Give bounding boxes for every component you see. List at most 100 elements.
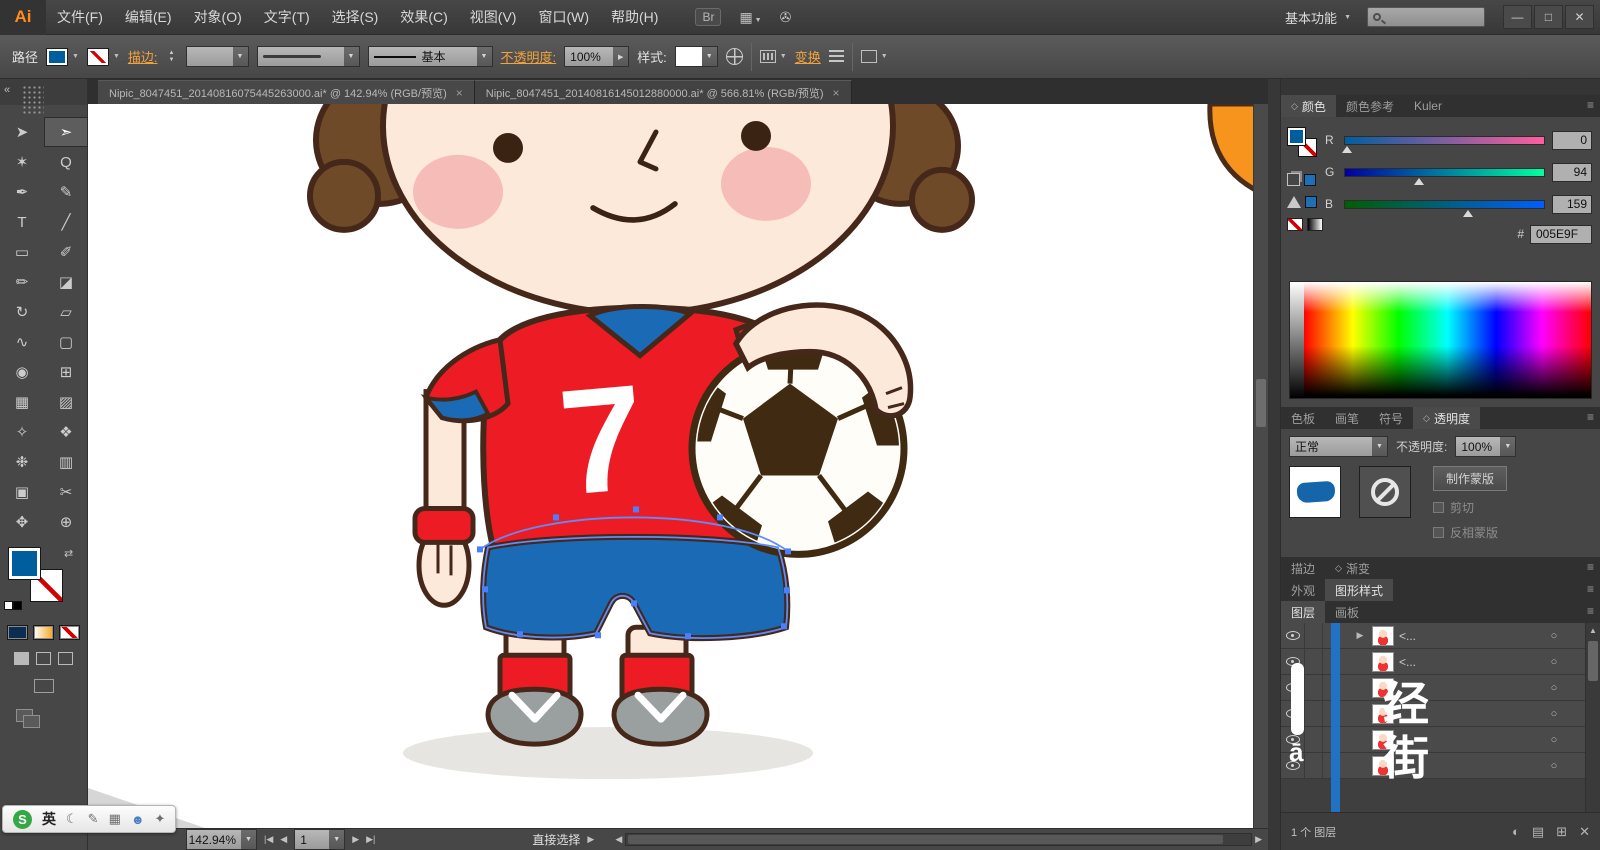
transform-panel-link[interactable]: 变换: [795, 47, 821, 66]
tab-color-guide[interactable]: 颜色参考: [1336, 95, 1404, 117]
none-button[interactable]: [59, 625, 80, 640]
layer-row[interactable]: <... ○: [1281, 649, 1600, 675]
layer-thumbnail[interactable]: [1372, 651, 1394, 672]
tool-width[interactable]: ∿: [0, 327, 44, 357]
raster-settings-button[interactable]: ▼: [759, 50, 787, 63]
panel-menu-icon[interactable]: ≡: [1587, 98, 1594, 112]
rotate-view-icon[interactable]: ✇: [780, 9, 792, 26]
tool-type[interactable]: T: [0, 207, 44, 237]
clip-checkbox[interactable]: [1433, 502, 1444, 513]
grayscale-ramp[interactable]: [1290, 282, 1304, 398]
tool-blend[interactable]: ❖: [44, 417, 88, 447]
layer-name[interactable]: <...: [1399, 655, 1543, 669]
lock-toggle[interactable]: [1305, 701, 1323, 726]
tool-eyedropper[interactable]: ✧: [0, 417, 44, 447]
tool-gradient[interactable]: ▨: [44, 387, 88, 417]
tool-free-transform[interactable]: ▢: [44, 327, 88, 357]
tool-column-graph[interactable]: ▥: [44, 447, 88, 477]
invert-mask-checkbox-row[interactable]: 反相蒙版: [1433, 524, 1507, 541]
target-icon[interactable]: ○: [1543, 760, 1565, 772]
menu-help[interactable]: 帮助(H): [600, 0, 669, 35]
layer-row[interactable]: ○: [1281, 675, 1600, 701]
restore-button[interactable]: □: [1534, 5, 1563, 29]
menu-window[interactable]: 窗口(W): [527, 0, 600, 35]
tab-brushes[interactable]: 画笔: [1325, 407, 1369, 429]
draw-normal-button[interactable]: [14, 652, 29, 665]
horizontal-scrollbar-thumb[interactable]: [628, 835, 1224, 844]
isolate-selected-button[interactable]: ▼: [860, 50, 888, 63]
graphic-style-combo[interactable]: ▼: [674, 46, 718, 67]
layer-row[interactable]: ○: [1281, 727, 1600, 753]
tab-transparency[interactable]: ◇ 透明度: [1413, 407, 1480, 429]
tool-paintbrush[interactable]: ✐: [44, 237, 88, 267]
lock-toggle[interactable]: [1305, 753, 1323, 778]
tab-artboards[interactable]: 画板: [1325, 601, 1369, 623]
align-icon[interactable]: [828, 50, 844, 63]
layer-row[interactable]: ○: [1281, 753, 1600, 779]
arrange-documents-button[interactable]: ▦ ▼: [739, 9, 761, 26]
red-slider-handle[interactable]: [1341, 145, 1352, 153]
ime-settings-icon[interactable]: ✦: [155, 811, 166, 827]
tool-eraser[interactable]: ◪: [44, 267, 88, 297]
draw-behind-button[interactable]: [36, 652, 51, 665]
make-mask-button[interactable]: 制作蒙版: [1433, 466, 1508, 491]
menu-file[interactable]: 文件(F): [46, 0, 114, 35]
width-profile-combo[interactable]: ▼: [256, 46, 360, 67]
tab-appearance[interactable]: 外观: [1281, 579, 1325, 601]
panel-menu-icon[interactable]: ≡: [1587, 582, 1594, 596]
menu-edit[interactable]: 编辑(E): [114, 0, 183, 35]
mask-thumbnail[interactable]: [1359, 466, 1411, 518]
panel-menu-icon[interactable]: ≡: [1587, 604, 1594, 618]
document-setup-globe-icon[interactable]: [725, 48, 743, 65]
tool-hand[interactable]: ✥: [0, 507, 44, 537]
tool-zoom[interactable]: ⊕: [44, 507, 88, 537]
tool-direct-selection[interactable]: ➣: [44, 117, 88, 147]
horizontal-scrollbar[interactable]: [625, 833, 1253, 846]
vertical-scrollbar-thumb[interactable]: [1256, 379, 1266, 428]
ime-account-icon[interactable]: ☻: [131, 812, 145, 827]
green-slider-handle[interactable]: [1413, 177, 1424, 185]
toolbar-grip[interactable]: [22, 85, 44, 115]
gamut-swatch[interactable]: [1305, 196, 1317, 208]
artboard-navigation-combo[interactable]: 1 ▼: [294, 829, 346, 850]
lock-toggle[interactable]: [1305, 649, 1323, 674]
document-tab-2[interactable]: Nipic_8047451_20140816145012880000.ai* @…: [474, 80, 852, 104]
black-white-ramp[interactable]: [1307, 218, 1323, 231]
green-value-field[interactable]: 94: [1552, 162, 1592, 182]
tab-layers[interactable]: 图层: [1281, 601, 1326, 623]
layer-name[interactable]: <...: [1399, 629, 1543, 643]
tool-pencil[interactable]: ✎: [44, 177, 88, 207]
vertical-scrollbar[interactable]: [1253, 104, 1268, 828]
canvas[interactable]: 7: [88, 104, 1268, 828]
red-slider[interactable]: [1341, 135, 1545, 153]
swap-fill-stroke-icon[interactable]: ⇄: [64, 547, 73, 560]
layer-thumbnail[interactable]: [1372, 625, 1394, 646]
new-sublayer-icon[interactable]: ▤: [1532, 824, 1544, 840]
ime-keyboard-icon[interactable]: ▦: [109, 811, 121, 827]
fill-color-swatch[interactable]: [8, 547, 41, 580]
blue-value-field[interactable]: 159: [1552, 194, 1592, 214]
tool-perspective-grid[interactable]: ⊞: [44, 357, 88, 387]
document-tab-1[interactable]: Nipic_8047451_20140816075445263000.ai* @…: [98, 80, 475, 104]
clip-checkbox-row[interactable]: 剪切: [1433, 499, 1507, 516]
last-artboard-button[interactable]: ▶|: [366, 834, 375, 845]
tab-kuler[interactable]: Kuler: [1404, 95, 1452, 117]
opacity-panel-link[interactable]: 不透明度:: [501, 47, 557, 66]
web-safe-cube-icon[interactable]: [1287, 173, 1300, 186]
screen-mode-button[interactable]: [33, 679, 54, 693]
layers-scrollbar[interactable]: ▲: [1585, 623, 1600, 812]
target-icon[interactable]: ○: [1543, 708, 1565, 720]
tool-line-segment[interactable]: ╱: [44, 207, 88, 237]
invert-mask-checkbox[interactable]: [1433, 527, 1444, 538]
stroke-panel-link[interactable]: 描边:: [128, 47, 158, 66]
target-icon[interactable]: ○: [1543, 682, 1565, 694]
tool-lasso[interactable]: Q: [44, 147, 88, 177]
lock-toggle[interactable]: [1305, 727, 1323, 752]
target-icon[interactable]: ○: [1543, 630, 1565, 642]
workspace-switcher[interactable]: 基本功能 ▼: [1285, 8, 1351, 27]
layer-row[interactable]: ▶ <... ○: [1281, 623, 1600, 649]
web-safe-swatch[interactable]: [1304, 173, 1316, 186]
brush-definition-combo[interactable]: 基本 ▼: [367, 46, 493, 67]
blend-mode-combo[interactable]: 正常 ▼: [1289, 436, 1388, 457]
close-tab-icon[interactable]: ×: [833, 86, 840, 100]
